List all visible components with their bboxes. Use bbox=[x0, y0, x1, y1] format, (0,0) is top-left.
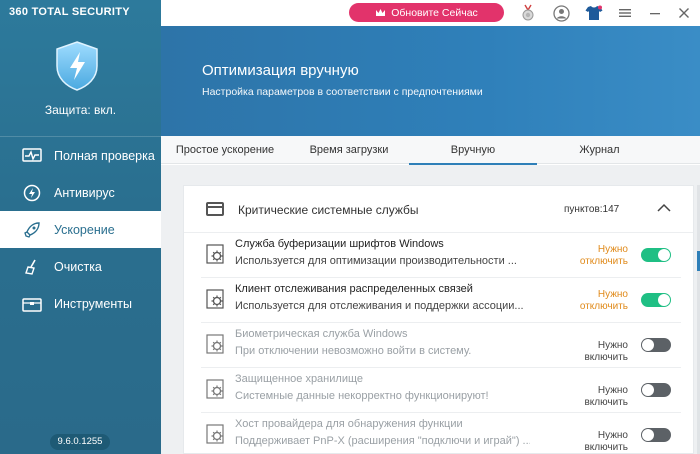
user-icon[interactable] bbox=[552, 4, 570, 22]
service-description: Системные данные некорректно функциониру… bbox=[235, 390, 489, 402]
tab-manual[interactable]: Вручную bbox=[409, 136, 537, 165]
main-content: Критические системные службы пунктов:147… bbox=[161, 165, 700, 454]
section-header[interactable]: Критические системные службы пунктов:147 bbox=[184, 186, 693, 233]
toolbox-icon bbox=[22, 295, 42, 313]
service-description: Используется для отслеживания и поддержк… bbox=[235, 300, 524, 312]
service-title: Защищенное хранилище bbox=[235, 373, 364, 385]
sidebar: 360 TOTAL SECURITY Защита: вкл. Полная п… bbox=[0, 0, 161, 454]
service-status: Нужно отключить bbox=[579, 244, 628, 267]
service-description: Поддерживает PnP-X (расширения "подключи… bbox=[235, 435, 530, 447]
services-panel: Критические системные службы пунктов:147… bbox=[183, 185, 694, 454]
brand-logo: 360 TOTAL SECURITY bbox=[9, 6, 130, 18]
toggle-knob bbox=[642, 384, 654, 396]
tab-boot-time[interactable]: Время загрузки bbox=[289, 136, 409, 164]
service-title: Клиент отслеживания распределенных связе… bbox=[235, 283, 473, 295]
toggle-knob bbox=[642, 429, 654, 441]
service-row: Хост провайдера для обнаружения функции … bbox=[201, 413, 681, 454]
upgrade-button[interactable]: Обновите Сейчас bbox=[349, 3, 504, 22]
title-bar: Обновите Сейчас bbox=[161, 0, 700, 26]
toggle-knob bbox=[658, 294, 670, 306]
brand-text: 360 TOTAL SECURITY bbox=[9, 6, 130, 18]
service-status: Нужно включить bbox=[584, 430, 628, 453]
rocket-icon bbox=[22, 221, 42, 239]
service-row: Служба буферизации шрифтов Windows Испол… bbox=[201, 233, 681, 278]
version-badge: 9.6.0.1255 bbox=[50, 434, 110, 450]
upgrade-label: Обновите Сейчас bbox=[391, 6, 478, 19]
service-gear-icon bbox=[205, 378, 227, 400]
minimize-icon[interactable] bbox=[646, 4, 664, 22]
sidebar-item-tools[interactable]: Инструменты bbox=[0, 285, 161, 322]
chevron-up-icon[interactable] bbox=[656, 200, 672, 216]
section-title: Критические системные службы bbox=[238, 203, 419, 217]
toggle-knob bbox=[658, 249, 670, 261]
sidebar-item-speedup[interactable]: Ускорение bbox=[0, 211, 161, 248]
service-description: При отключении невозможно войти в систем… bbox=[235, 345, 472, 357]
tshirt-icon[interactable] bbox=[585, 4, 603, 22]
service-row: Защищенное хранилище Системные данные не… bbox=[201, 368, 681, 413]
tab-simple-speedup[interactable]: Простое ускорение bbox=[161, 136, 289, 164]
service-toggle[interactable] bbox=[641, 293, 671, 307]
protection-status: Защита: вкл. bbox=[44, 103, 117, 117]
service-toggle[interactable] bbox=[641, 338, 671, 352]
tab-log[interactable]: Журнал bbox=[537, 136, 662, 164]
service-row: Биометрическая служба Windows При отключ… bbox=[201, 323, 681, 368]
sidebar-nav: Полная проверка Антивирус Ускорение Очис… bbox=[0, 136, 161, 322]
service-gear-icon bbox=[205, 243, 227, 265]
sidebar-item-label: Полная проверка bbox=[54, 148, 155, 163]
service-toggle[interactable] bbox=[641, 248, 671, 262]
page-title: Оптимизация вручную bbox=[202, 62, 359, 79]
service-title: Биометрическая служба Windows bbox=[235, 328, 408, 340]
sidebar-item-label: Инструменты bbox=[54, 296, 132, 311]
sidebar-item-label: Очистка bbox=[54, 259, 102, 274]
service-gear-icon bbox=[205, 288, 227, 310]
tab-bar: Простое ускорение Время загрузки Вручную… bbox=[161, 136, 700, 165]
sidebar-item-cleanup[interactable]: Очистка bbox=[0, 248, 161, 285]
section-count: пунктов:147 bbox=[564, 204, 620, 215]
service-gear-icon bbox=[205, 423, 227, 445]
medal-icon[interactable] bbox=[519, 4, 537, 22]
close-icon[interactable] bbox=[675, 4, 693, 22]
page-subtitle: Настройка параметров в соответствии с пр… bbox=[202, 86, 483, 98]
sidebar-item-label: Ускорение bbox=[54, 222, 115, 237]
service-row: Клиент отслеживания распределенных связе… bbox=[201, 278, 681, 323]
service-status: Нужно включить bbox=[584, 385, 628, 408]
service-toggle[interactable] bbox=[641, 428, 671, 442]
sidebar-item-full-scan[interactable]: Полная проверка bbox=[0, 137, 161, 174]
antivirus-icon bbox=[22, 184, 42, 202]
service-description: Используется для оптимизации производите… bbox=[235, 255, 517, 267]
service-title: Служба буферизации шрифтов Windows bbox=[235, 238, 444, 250]
service-status: Нужно включить bbox=[584, 340, 628, 363]
service-status: Нужно отключить bbox=[579, 289, 628, 312]
service-title: Хост провайдера для обнаружения функции bbox=[235, 418, 463, 430]
menu-icon[interactable] bbox=[616, 4, 634, 22]
crown-icon bbox=[376, 9, 386, 16]
pulse-monitor-icon bbox=[22, 147, 42, 165]
service-gear-icon bbox=[205, 333, 227, 355]
window-icon bbox=[206, 202, 224, 216]
service-toggle[interactable] bbox=[641, 383, 671, 397]
sidebar-item-label: Антивирус bbox=[54, 185, 115, 200]
sidebar-item-antivirus[interactable]: Антивирус bbox=[0, 174, 161, 211]
toggle-knob bbox=[642, 339, 654, 351]
broom-icon bbox=[22, 258, 42, 276]
shield-icon[interactable] bbox=[54, 40, 100, 92]
page-header: Оптимизация вручную Настройка параметров… bbox=[161, 26, 700, 136]
